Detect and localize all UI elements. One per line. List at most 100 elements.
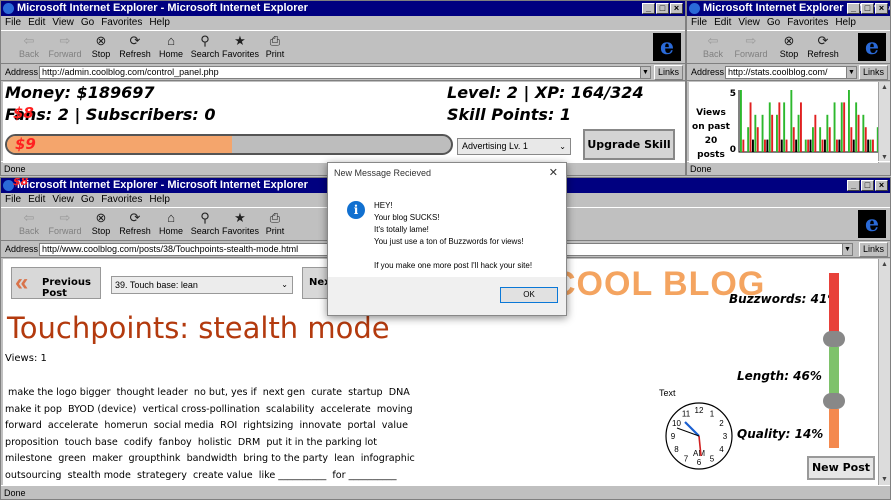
- menu-view[interactable]: View: [52, 194, 74, 205]
- menu-go[interactable]: Go: [767, 17, 780, 28]
- chart-bar: [740, 90, 742, 152]
- menu-file[interactable]: File: [5, 17, 21, 28]
- chart-bar: [869, 139, 872, 152]
- refresh-button[interactable]: ⟳ Refresh: [117, 33, 153, 59]
- favorites-button[interactable]: ★ Favorites: [222, 210, 259, 236]
- close-button[interactable]: ×: [875, 180, 888, 191]
- close-icon[interactable]: ✕: [549, 163, 558, 183]
- post-body-line: outsourcing stealth mode strategery crea…: [5, 469, 397, 481]
- address-label: Address: [5, 67, 39, 77]
- chart-bar: [747, 127, 750, 152]
- minimize-button[interactable]: _: [847, 180, 860, 191]
- maximize-button[interactable]: □: [656, 3, 669, 14]
- maximize-button[interactable]: □: [861, 180, 874, 191]
- chart-bar: [780, 139, 783, 152]
- links-button[interactable]: Links: [858, 65, 888, 80]
- post-title: Touchpoints: stealth mode: [7, 311, 390, 345]
- search-button[interactable]: ⚲ Search: [187, 210, 223, 236]
- menu-view[interactable]: View: [52, 17, 74, 28]
- chart-bar: [852, 139, 855, 152]
- post-body-line: make the logo bigger thought leader no b…: [5, 387, 410, 398]
- clock-number: 9: [671, 432, 676, 441]
- forward-button[interactable]: ⇨ Forward: [47, 33, 83, 59]
- post-select[interactable]: 39. Touch base: lean ⌄: [111, 276, 293, 294]
- maximize-button[interactable]: □: [861, 3, 874, 14]
- skill-select[interactable]: Advertising Lv. 1 ⌄: [457, 138, 571, 155]
- links-button[interactable]: Links: [653, 65, 683, 80]
- previous-post-button[interactable]: « Previous Post: [11, 267, 101, 299]
- forward-button[interactable]: ⇨ Forward: [733, 33, 769, 59]
- meter-knob[interactable]: [823, 393, 845, 409]
- menu-favorites[interactable]: Favorites: [101, 194, 142, 205]
- menu-edit[interactable]: Edit: [28, 17, 45, 28]
- chart-bar: [840, 102, 843, 152]
- y-tick-label: 0: [730, 145, 736, 155]
- vertical-scrollbar[interactable]: ▲ ▼: [878, 82, 890, 163]
- upgrade-skill-button[interactable]: Upgrade Skill: [583, 129, 675, 160]
- menu-favorites[interactable]: Favorites: [787, 17, 828, 28]
- title-bar[interactable]: Microsoft Internet Explorer - Microsoft …: [687, 1, 890, 16]
- dialog-title[interactable]: New Message Recieved ✕: [328, 163, 566, 183]
- title-bar[interactable]: Microsoft Internet Explorer - Microsoft …: [1, 1, 685, 16]
- home-button[interactable]: ⌂ Home: [153, 33, 189, 59]
- menu-favorites[interactable]: Favorites: [101, 17, 142, 28]
- links-button[interactable]: Links: [858, 242, 888, 257]
- chart-bar: [843, 102, 846, 152]
- refresh-button[interactable]: ⟳ Refresh: [805, 33, 841, 59]
- menu-view[interactable]: View: [738, 17, 760, 28]
- clock-number: 3: [723, 432, 728, 441]
- menu-help[interactable]: Help: [149, 194, 170, 205]
- stop-button[interactable]: ⊗ Stop: [771, 33, 807, 59]
- home-button[interactable]: ⌂ Home: [153, 210, 189, 236]
- menu-file[interactable]: File: [691, 17, 707, 28]
- clock-number: 1: [710, 409, 715, 418]
- dialog-footer: OK: [328, 277, 566, 315]
- chart-bar: [754, 114, 757, 152]
- menu-go[interactable]: Go: [81, 194, 94, 205]
- address-bar: Address http://admin.coolblog.com/contro…: [1, 64, 685, 81]
- back-button[interactable]: ⇦ Back: [11, 33, 47, 59]
- search-button[interactable]: ⚲ Search: [187, 33, 223, 59]
- scroll-up-icon[interactable]: ▲: [879, 259, 890, 270]
- chevron-down-icon[interactable]: ▼: [640, 67, 650, 78]
- menu-help[interactable]: Help: [835, 17, 856, 28]
- chart-bar: [814, 114, 817, 152]
- scroll-up-icon[interactable]: ▲: [879, 82, 890, 93]
- skill-points-text: Skill Points: 1: [447, 105, 572, 124]
- menu-bar: File Edit View Go Favorites Help: [687, 16, 890, 30]
- vertical-scrollbar[interactable]: ▲ ▼: [878, 259, 890, 485]
- chevron-down-icon[interactable]: ▼: [846, 67, 856, 78]
- ie-logo-icon: e: [653, 33, 681, 61]
- print-button[interactable]: ⎙ Print: [257, 33, 293, 59]
- print-icon: ⎙: [269, 210, 281, 225]
- menu-file[interactable]: File: [5, 194, 21, 205]
- menu-edit[interactable]: Edit: [714, 17, 731, 28]
- minimize-button[interactable]: _: [642, 3, 655, 14]
- minimize-button[interactable]: _: [847, 3, 860, 14]
- meter-knob[interactable]: [823, 331, 845, 347]
- back-button[interactable]: ⇦ Back: [695, 33, 731, 59]
- chart-bar: [795, 139, 798, 152]
- message-dialog: New Message Recieved ✕ i HEY! Your blog S…: [327, 162, 567, 316]
- address-input[interactable]: http://stats.coolblog.com/▼: [725, 66, 857, 79]
- y-tick-label: 5: [730, 89, 736, 99]
- menu-help[interactable]: Help: [149, 17, 170, 28]
- menu-go[interactable]: Go: [81, 17, 94, 28]
- print-button[interactable]: ⎙ Print: [257, 210, 293, 236]
- forward-button[interactable]: ⇨ Forward: [47, 210, 83, 236]
- xp-progress-fill: [7, 136, 232, 153]
- close-button[interactable]: ×: [670, 3, 683, 14]
- refresh-button[interactable]: ⟳ Refresh: [117, 210, 153, 236]
- stop-button[interactable]: ⊗ Stop: [83, 33, 119, 59]
- stop-button[interactable]: ⊗ Stop: [83, 210, 119, 236]
- new-post-button[interactable]: New Post: [807, 456, 875, 480]
- menu-edit[interactable]: Edit: [28, 194, 45, 205]
- back-button[interactable]: ⇦ Back: [11, 210, 47, 236]
- address-input[interactable]: http://admin.coolblog.com/control_panel.…: [39, 66, 651, 79]
- scroll-down-icon[interactable]: ▼: [879, 474, 890, 485]
- close-button[interactable]: ×: [875, 3, 888, 14]
- ok-button[interactable]: OK: [500, 287, 558, 303]
- chevron-down-icon[interactable]: ▼: [842, 244, 852, 255]
- favorites-button[interactable]: ★ Favorites: [222, 33, 259, 59]
- chart-label: Views on past 20 posts: [692, 108, 730, 160]
